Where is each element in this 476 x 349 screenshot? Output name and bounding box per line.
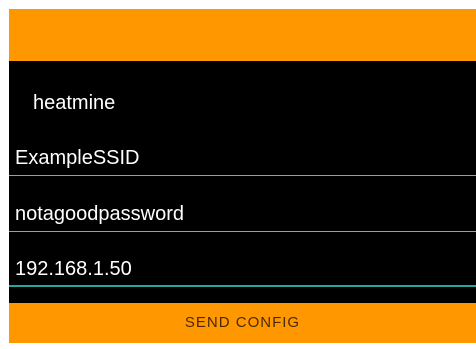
password-input-value[interactable]: notagoodpassword xyxy=(15,202,184,226)
app-screen: heatmine ExampleSSID notagoodpassword 19… xyxy=(9,9,476,343)
ssid-field[interactable]: ExampleSSID xyxy=(9,146,476,176)
ip-address-underline-focused xyxy=(9,285,476,287)
password-field[interactable]: notagoodpassword xyxy=(9,202,476,232)
ip-address-field[interactable]: 192.168.1.50 xyxy=(9,257,476,287)
ip-address-input-value[interactable]: 192.168.1.50 xyxy=(15,257,132,281)
ssid-input-value[interactable]: ExampleSSID xyxy=(15,146,140,170)
app-bar xyxy=(9,9,476,61)
send-config-button[interactable]: SEND CONFIG xyxy=(9,303,476,343)
device-name-label: heatmine xyxy=(33,92,116,114)
password-underline xyxy=(9,231,476,232)
ssid-underline xyxy=(9,175,476,176)
